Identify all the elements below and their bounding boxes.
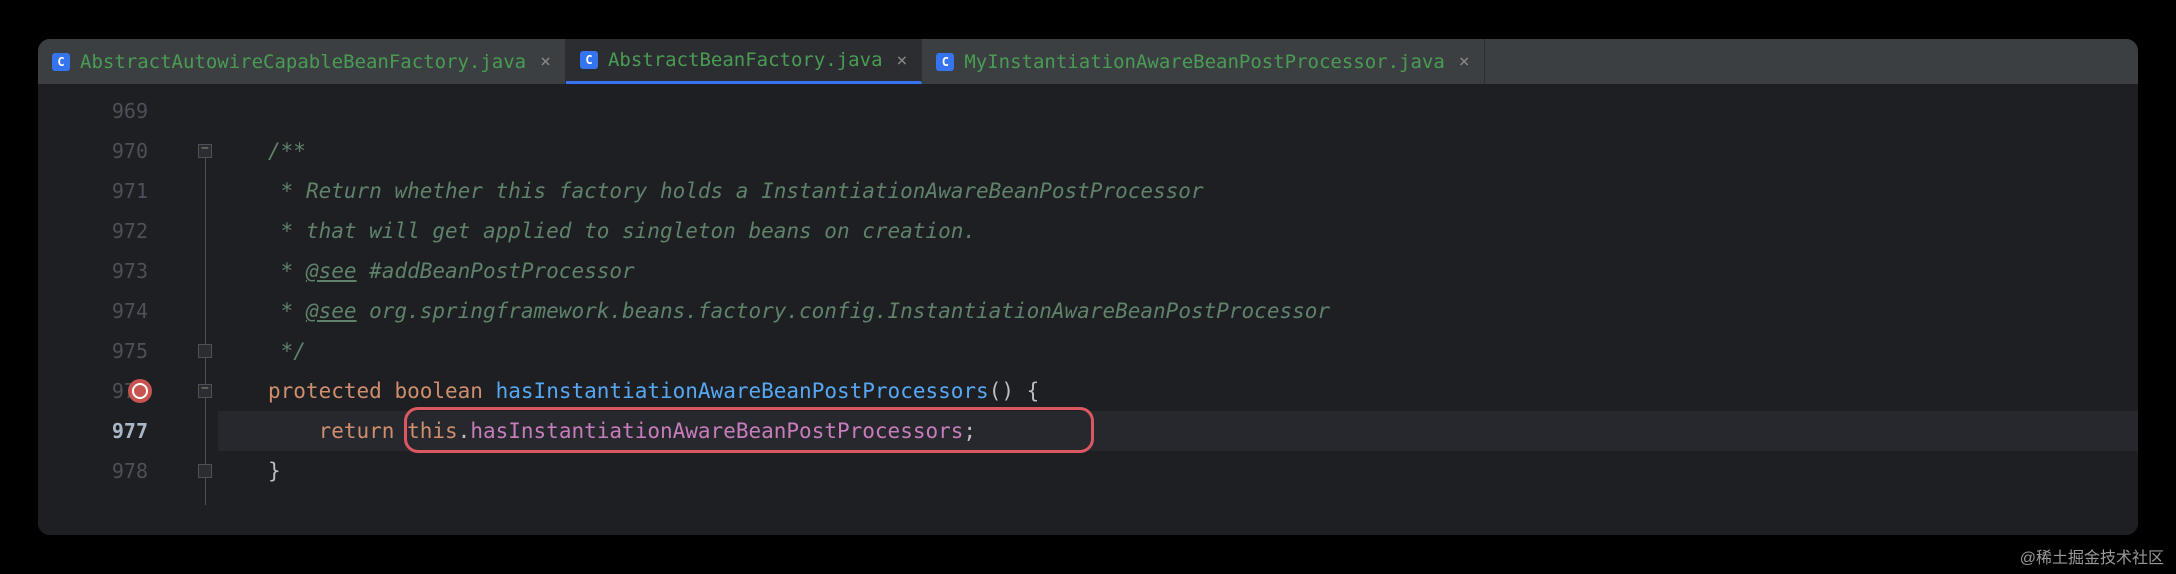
class-icon: C xyxy=(936,53,954,71)
breakpoint-icon[interactable] xyxy=(128,379,152,403)
tab-label: AbstractBeanFactory.java xyxy=(608,49,883,71)
line-number: 973 xyxy=(112,259,148,283)
comment: /** xyxy=(268,139,306,163)
code-area[interactable]: 969 970 971 972 973 974 975 976 977 💡 97… xyxy=(38,85,2138,535)
line-number: 975 xyxy=(112,339,148,363)
tab-label: AbstractAutowireCapableBeanFactory.java xyxy=(80,51,526,73)
comment: * Return whether this factory holds a In… xyxy=(268,179,1204,203)
tab-bar: C AbstractAutowireCapableBeanFactory.jav… xyxy=(38,39,2138,85)
method-declaration: protected boolean hasInstantiationAwareB… xyxy=(268,371,2138,411)
fold-icon[interactable] xyxy=(198,144,212,158)
close-icon[interactable]: × xyxy=(1459,51,1470,72)
fold-icon[interactable] xyxy=(198,384,212,398)
editor-window: C AbstractAutowireCapableBeanFactory.jav… xyxy=(38,39,2138,535)
close-icon[interactable]: × xyxy=(540,51,551,72)
tab-label: MyInstantiationAwareBeanPostProcessor.ja… xyxy=(964,51,1444,73)
line-number: 969 xyxy=(112,99,148,123)
line-number: 970 xyxy=(112,139,148,163)
line-number: 977 xyxy=(112,419,148,443)
tab-file-1[interactable]: C AbstractAutowireCapableBeanFactory.jav… xyxy=(38,39,566,84)
line-number: 971 xyxy=(112,179,148,203)
comment: * @see org.springframework.beans.factory… xyxy=(268,299,1330,323)
line-number: 972 xyxy=(112,219,148,243)
comment: * that will get applied to singleton bea… xyxy=(268,219,976,243)
code-content[interactable]: /** * Return whether this factory holds … xyxy=(218,85,2138,535)
class-icon: C xyxy=(52,53,70,71)
fold-icon[interactable] xyxy=(198,344,212,358)
close-icon[interactable]: × xyxy=(897,50,908,71)
closing-brace: } xyxy=(268,459,281,483)
comment: * @see #addBeanPostProcessor xyxy=(268,259,635,283)
line-number: 978 xyxy=(112,459,148,483)
fold-icon[interactable] xyxy=(198,464,212,478)
tab-file-2[interactable]: C AbstractBeanFactory.java × xyxy=(566,39,922,84)
line-number: 974 xyxy=(112,299,148,323)
comment: */ xyxy=(268,339,306,363)
gutter: 969 970 971 972 973 974 975 976 977 💡 97… xyxy=(38,85,218,535)
watermark: @稀土掘金技术社区 xyxy=(2020,544,2164,568)
class-icon: C xyxy=(580,51,598,69)
tab-file-3[interactable]: C MyInstantiationAwareBeanPostProcessor.… xyxy=(922,39,1484,84)
